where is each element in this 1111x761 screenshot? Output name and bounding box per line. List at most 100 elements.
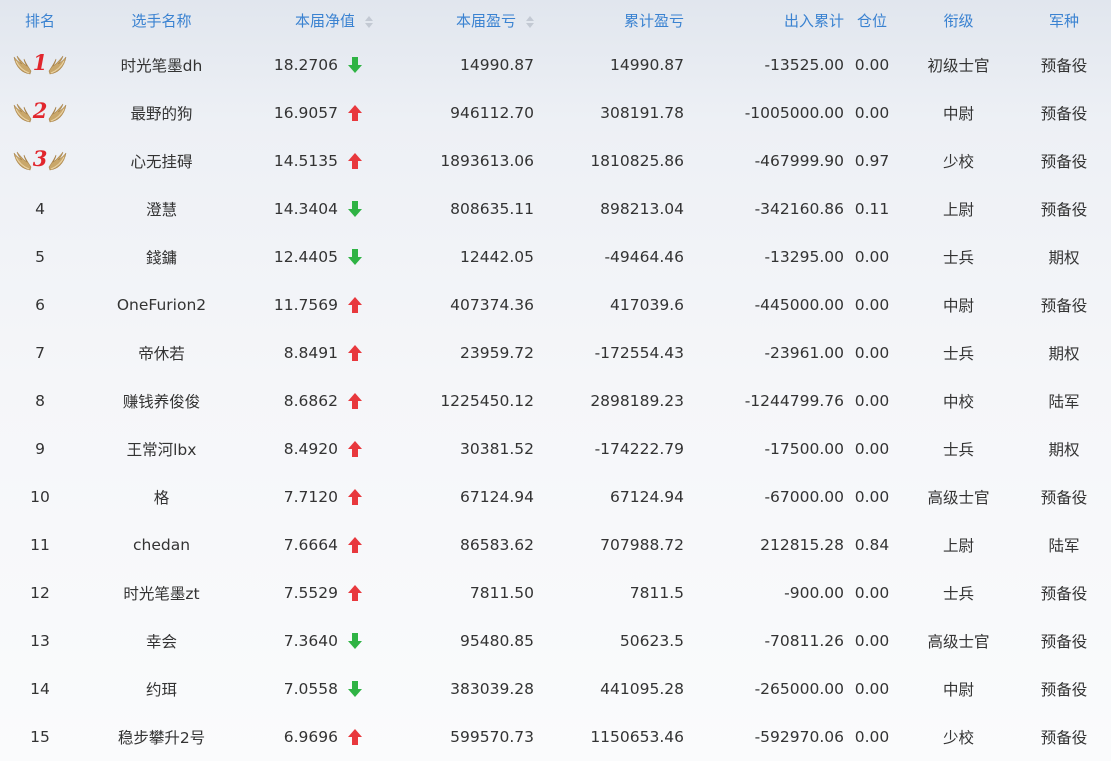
nav-value: 18.2706 <box>273 56 338 75</box>
pl-value: 30381.52 <box>460 440 534 458</box>
player-name-text[interactable]: 赚钱养俊俊 <box>123 393 201 411</box>
table-row[interactable]: 8 赚钱养俊俊 8.6862 1225450.12 2898189.23 -1244799… <box>0 377 1111 425</box>
table-row[interactable]: 2 最野的狗 16.9057 946112.70 308191.78 -1005000.0… <box>0 89 1111 137</box>
header-nav[interactable]: 本届净值 <box>243 0 385 41</box>
nav-cell: 8.6862 <box>243 377 385 425</box>
header-pl-label[interactable]: 本届盈亏 <box>456 12 516 30</box>
rank-number: 15 <box>30 728 50 746</box>
position-value: 0.84 <box>854 536 890 554</box>
nav-cell: 7.5529 <box>243 569 385 617</box>
player-name[interactable]: 赚钱养俊俊 <box>80 377 243 425</box>
table-row[interactable]: 15 稳步攀升2号 6.9696 599570.73 1150653.46 -592970… <box>0 713 1111 761</box>
cum-pl-value: 7811.5 <box>629 584 684 602</box>
position-cell: 0.97 <box>844 137 900 185</box>
player-name-text[interactable]: 稳步攀升2号 <box>118 729 205 747</box>
table-row[interactable]: 5 錢鏞 12.4405 12442.05 -49464.46 -13295.00 0.00… <box>0 233 1111 281</box>
cum-pl-cell: 417039.6 <box>537 281 692 329</box>
player-name-text[interactable]: chedan <box>133 536 190 554</box>
rank-number: 8 <box>35 392 45 410</box>
player-name-text[interactable]: 幸会 <box>146 633 177 651</box>
position-value: 0.00 <box>854 584 890 602</box>
header-arm-label: 军种 <box>1048 12 1079 30</box>
position-value: 0.00 <box>854 632 890 650</box>
player-name[interactable]: 时光笔墨dh <box>80 41 243 89</box>
table-row[interactable]: 4 澄慧 14.3404 808635.11 898213.04 -342160.86 0.… <box>0 185 1111 233</box>
rank-cell: 9 <box>0 425 80 473</box>
player-name-text[interactable]: 澄慧 <box>146 201 177 219</box>
arm-value: 预备役 <box>1040 585 1088 603</box>
medal-badge: 2 <box>12 100 69 124</box>
player-name-text[interactable]: 王常河lbx <box>127 441 197 459</box>
player-name-text[interactable]: 时光笔墨zt <box>123 585 199 603</box>
pl-cell: 67124.94 <box>385 473 537 521</box>
player-name-text[interactable]: 时光笔墨dh <box>121 57 203 75</box>
table-row[interactable]: 13 幸会 7.3640 95480.85 50623.5 -70811.26 0.00 高级… <box>0 617 1111 665</box>
position-cell: 0.00 <box>844 569 900 617</box>
table-row[interactable]: 3 心无挂碍 14.5135 1893613.06 1810825.86 -467999.… <box>0 137 1111 185</box>
player-name[interactable]: 心无挂碍 <box>80 137 243 185</box>
player-name[interactable]: 帝休若 <box>80 329 243 377</box>
arm-cell: 期权 <box>1017 425 1111 473</box>
header-arm: 军种 <box>1017 0 1111 41</box>
player-name[interactable]: OneFurion2 <box>80 281 243 329</box>
flow-value: -17500.00 <box>764 440 844 458</box>
nav-value: 8.6862 <box>283 392 338 411</box>
header-cum-pl-label: 累计盈亏 <box>623 12 684 30</box>
player-name-text[interactable]: 錢鏞 <box>146 249 177 267</box>
position-cell: 0.00 <box>844 41 900 89</box>
player-name[interactable]: 约珥 <box>80 665 243 713</box>
player-name[interactable]: 錢鏞 <box>80 233 243 281</box>
table-row[interactable]: 11 chedan 7.6664 86583.62 707988.72 212815.28… <box>0 521 1111 569</box>
flow-value: 212815.28 <box>760 536 844 554</box>
table-row[interactable]: 12 时光笔墨zt 7.5529 7811.50 7811.5 -900.00 0.00 士兵… <box>0 569 1111 617</box>
player-name-text[interactable]: 最野的狗 <box>130 105 192 123</box>
table-row[interactable]: 10 格 7.7120 67124.94 67124.94 -67000.00 0.00 高级… <box>0 473 1111 521</box>
position-value: 0.00 <box>854 728 890 746</box>
rank-title-cell: 士兵 <box>900 569 1017 617</box>
sort-icon[interactable] <box>365 15 373 28</box>
table-row[interactable]: 7 帝休若 8.8491 23959.72 -172554.43 -23961.00 0.0… <box>0 329 1111 377</box>
arm-value: 预备役 <box>1040 57 1088 75</box>
cum-pl-value: 417039.6 <box>610 296 684 314</box>
table-row[interactable]: 1 时光笔墨dh 18.2706 14990.87 14990.87 -13525.00 0… <box>0 41 1111 89</box>
player-name[interactable]: 时光笔墨zt <box>80 569 243 617</box>
cum-pl-cell: 14990.87 <box>537 41 692 89</box>
player-name[interactable]: 最野的狗 <box>80 89 243 137</box>
player-name[interactable]: 澄慧 <box>80 185 243 233</box>
position-cell: 0.84 <box>844 521 900 569</box>
player-name[interactable]: 王常河lbx <box>80 425 243 473</box>
pl-cell: 14990.87 <box>385 41 537 89</box>
table-row[interactable]: 6 OneFurion2 11.7569 407374.36 417039.6 -4450… <box>0 281 1111 329</box>
flow-value: -1005000.00 <box>744 104 844 122</box>
player-name-text[interactable]: 心无挂碍 <box>130 153 192 171</box>
player-name-text[interactable]: 约珥 <box>146 681 177 699</box>
arm-cell: 预备役 <box>1017 281 1111 329</box>
up-arrow-icon <box>347 728 363 746</box>
sort-icon[interactable] <box>526 15 534 28</box>
player-name[interactable]: 稳步攀升2号 <box>80 713 243 761</box>
rank-number: 5 <box>35 248 45 266</box>
header-pl[interactable]: 本届盈亏 <box>385 0 537 41</box>
cum-pl-cell: 1810825.86 <box>537 137 692 185</box>
rank-title-cell: 少校 <box>900 713 1017 761</box>
flow-value: -900.00 <box>784 584 844 602</box>
player-name-text[interactable]: 格 <box>154 489 170 507</box>
table-row[interactable]: 9 王常河lbx 8.4920 30381.52 -174222.79 -17500.00… <box>0 425 1111 473</box>
cum-pl-cell: 7811.5 <box>537 569 692 617</box>
pl-value: 1893613.06 <box>440 152 534 170</box>
player-name[interactable]: 格 <box>80 473 243 521</box>
flow-cell: -265000.00 <box>692 665 844 713</box>
player-name-text[interactable]: OneFurion2 <box>117 296 206 314</box>
table-row[interactable]: 14 约珥 7.0558 383039.28 441095.28 -265000.00 0.… <box>0 665 1111 713</box>
rank-title-cell: 中尉 <box>900 89 1017 137</box>
header-position-label: 仓位 <box>856 12 887 30</box>
player-name-text[interactable]: 帝休若 <box>138 345 185 363</box>
nav-cell: 14.5135 <box>243 137 385 185</box>
pl-value: 407374.36 <box>450 296 534 314</box>
pl-value: 23959.72 <box>460 344 534 362</box>
cum-pl-value: -172554.43 <box>594 344 684 362</box>
player-name[interactable]: chedan <box>80 521 243 569</box>
header-nav-label[interactable]: 本届净值 <box>295 12 355 30</box>
player-name[interactable]: 幸会 <box>80 617 243 665</box>
nav-cell: 7.7120 <box>243 473 385 521</box>
